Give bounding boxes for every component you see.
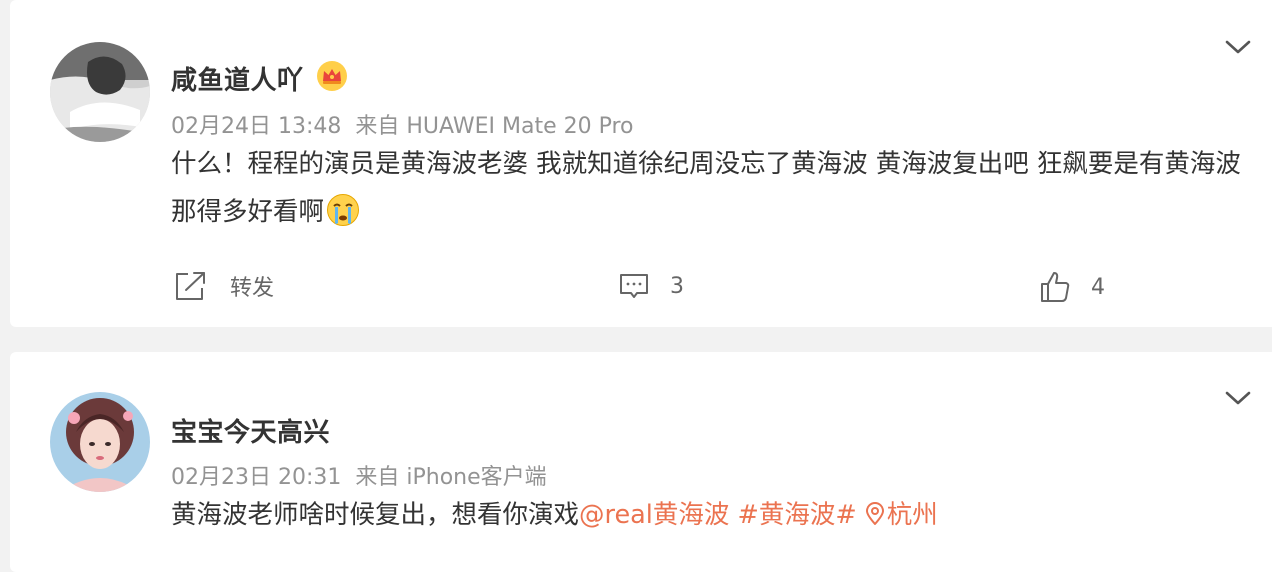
avatar[interactable]: [50, 392, 150, 492]
chevron-down-icon[interactable]: [1224, 389, 1252, 407]
like-count: 4: [1091, 274, 1105, 300]
username[interactable]: 咸鱼道人吖: [171, 60, 304, 97]
repost-icon: [176, 272, 205, 300]
post-time: 02月23日 20:31: [171, 465, 342, 490]
location-label: 杭州: [886, 500, 938, 530]
repost-button[interactable]: 转发: [174, 270, 274, 302]
comment-count: 3: [670, 273, 684, 299]
mention-link[interactable]: @real黄海波: [579, 500, 729, 530]
post-time: 02月24日 13:48: [171, 114, 342, 139]
post-source: 来自 iPhone客户端: [355, 465, 547, 490]
comment-text: 黄海波老师啥时候复出，想看你演戏@real黄海波 #黄海波# 杭州: [171, 491, 1246, 539]
comment-text: 什么！程程的演员是黄海波老婆 我就知道徐纪周没忘了黄海波 黄海波复出吧 狂飙要是…: [171, 140, 1246, 236]
location-link[interactable]: 杭州: [865, 500, 938, 530]
post-meta: 02月24日 13:48 来自 HUAWEI Mate 20 Pro: [171, 108, 634, 140]
comment-button[interactable]: 3: [618, 270, 684, 302]
crown-icon: [317, 61, 347, 91]
username[interactable]: 宝宝今天高兴: [171, 412, 330, 449]
chevron-down-icon[interactable]: [1224, 38, 1252, 56]
avatar[interactable]: [50, 42, 150, 142]
comment-card: 宝宝今天高兴 02月23日 20:31 来自 iPhone客户端 黄海波老师啥时候…: [10, 352, 1272, 572]
comment-icon: [620, 274, 648, 298]
post-meta: 02月23日 20:31 来自 iPhone客户端: [171, 459, 547, 491]
comment-body: 黄海波老师啥时候复出，想看你演戏: [171, 500, 580, 530]
repost-label: 转发: [230, 276, 275, 301]
crying-emoji-icon: [327, 194, 360, 226]
like-button[interactable]: 4: [1039, 270, 1105, 304]
topic-link[interactable]: #黄海波#: [737, 500, 856, 530]
location-pin-icon: [865, 502, 884, 525]
post-source: 来自 HUAWEI Mate 20 Pro: [355, 114, 634, 139]
comment-card: 咸鱼道人吖 02月24日 13:48 来自 HUAWEI Mate 20 Pro …: [10, 0, 1272, 327]
thumbs-up-icon: [1041, 272, 1070, 302]
